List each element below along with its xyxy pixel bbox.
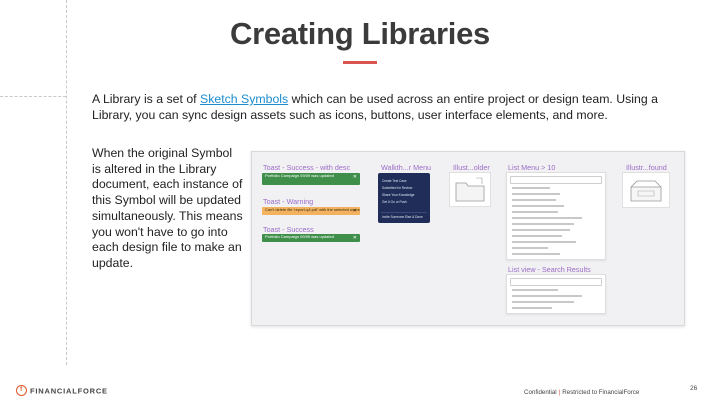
search-field bbox=[510, 278, 602, 286]
restricted-label: Restricted to FinancialForce bbox=[562, 389, 640, 396]
label-toast-success-desc: Toast - Success - with desc bbox=[263, 163, 351, 172]
sketch-symbols-link[interactable]: Sketch Symbols bbox=[200, 92, 288, 106]
walkthrough-item: Get It Go or Push bbox=[382, 200, 407, 204]
footer-separator: | bbox=[558, 389, 561, 396]
slide-title: Creating Libraries bbox=[230, 16, 490, 51]
label-illus-folder: Illust...older bbox=[453, 163, 490, 172]
walkthrough-item: Create Test Case bbox=[382, 179, 407, 183]
confidential-label: Confidential bbox=[524, 389, 557, 396]
close-icon[interactable]: ✕ bbox=[353, 208, 357, 214]
page-number: 26 bbox=[690, 385, 698, 392]
divider bbox=[381, 212, 427, 213]
walkthrough-item: Share Your Knowledge bbox=[382, 193, 415, 197]
label-toast-success: Toast - Success bbox=[263, 225, 314, 234]
label-walkthrough-menu: Walkth...r Menu bbox=[381, 163, 432, 172]
walkthrough-item: Invite Someone Else & Done bbox=[382, 215, 423, 219]
label-illus-found: Illustr...found bbox=[626, 163, 667, 172]
search-field bbox=[510, 176, 602, 184]
illustration-not-found-thumbnail bbox=[622, 172, 670, 208]
empty-tray-icon bbox=[630, 180, 662, 202]
label-list-view-search: List view - Search Results bbox=[508, 265, 591, 274]
toast-success: Portfolio Campaign 09/09 was updated ✕ bbox=[262, 234, 360, 242]
guide-line-vertical bbox=[66, 0, 67, 365]
close-icon[interactable]: ✕ bbox=[353, 174, 357, 180]
toast-success-desc: Portfolio Campaign 09/09 was updated ✕ bbox=[262, 173, 360, 185]
footer-confidentiality: Confidential | Restricted to FinancialForc… bbox=[524, 389, 639, 396]
toast-success-desc-text: Portfolio Campaign 09/09 was updated bbox=[265, 173, 334, 178]
list-menu-thumbnail bbox=[506, 172, 606, 260]
title-accent-bar bbox=[343, 61, 377, 64]
guide-line-horizontal bbox=[0, 96, 66, 97]
toast-warning-text: Can't delete file 'report-q4.pdf' with t… bbox=[265, 207, 360, 212]
toast-success-text: Portfolio Campaign 09/09 was updated bbox=[265, 234, 334, 239]
logo-mark-icon: f bbox=[16, 385, 27, 396]
label-toast-warning: Toast - Warning bbox=[263, 197, 314, 206]
walkthrough-menu-thumbnail: Create Test Case Submitted for Review Sh… bbox=[378, 173, 430, 223]
illustration-folder-thumbnail bbox=[449, 172, 491, 207]
intro-paragraph: A Library is a set of Sketch Symbols whi… bbox=[92, 91, 667, 123]
intro-text-before: A Library is a set of bbox=[92, 92, 200, 106]
walkthrough-item: Submitted for Review bbox=[382, 186, 413, 190]
financialforce-logo: f FINANCIALFORCE bbox=[16, 385, 108, 397]
body-paragraph: When the original Symbol is altered in t… bbox=[92, 146, 243, 270]
folder-icon bbox=[455, 177, 485, 202]
label-list-menu: List Menu > 10 bbox=[508, 163, 556, 172]
close-icon[interactable]: ✕ bbox=[353, 235, 357, 241]
logo-text: FINANCIALFORCE bbox=[30, 386, 108, 396]
list-view-search-thumbnail bbox=[506, 274, 606, 314]
toast-warning: Can't delete file 'report-q4.pdf' with t… bbox=[262, 207, 360, 215]
